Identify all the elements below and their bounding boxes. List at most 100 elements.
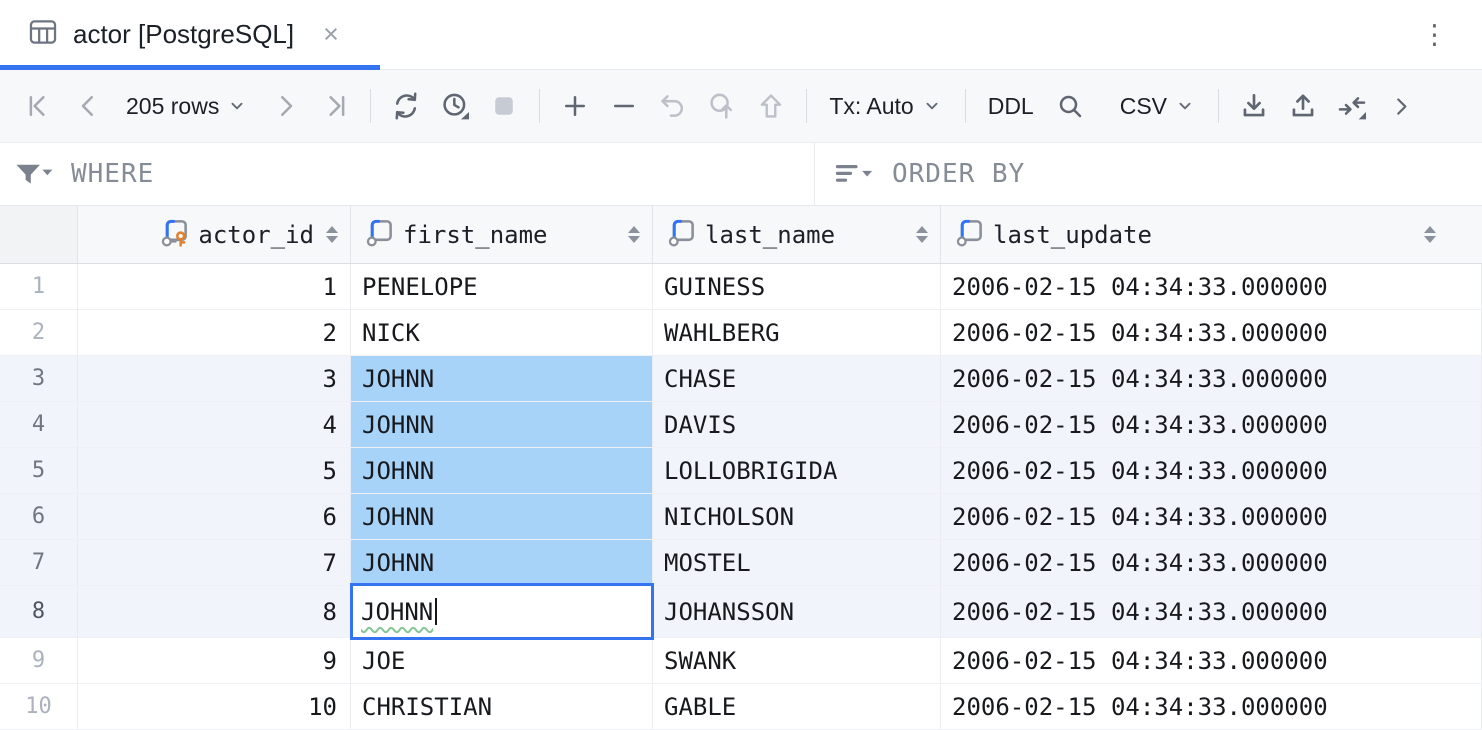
row-number[interactable]: 1	[0, 264, 78, 309]
cell-last-name[interactable]: JOHANSSON	[653, 586, 941, 637]
compare-data-button[interactable]	[1329, 83, 1375, 129]
cell-last-update[interactable]: 2006-02-15 04:34:33.000000	[941, 264, 1482, 309]
row-number[interactable]: 9	[0, 638, 78, 683]
ddl-button[interactable]: DDL	[978, 83, 1044, 129]
cell-first-name[interactable]: JOHNN	[351, 402, 653, 447]
cell-actor-id[interactable]: 6	[78, 494, 351, 539]
upload-icon	[1287, 90, 1319, 122]
column-primary-key-icon	[158, 215, 192, 255]
cell-actor-id[interactable]: 9	[78, 638, 351, 683]
cell-last-update[interactable]: 2006-02-15 04:34:33.000000	[941, 310, 1482, 355]
toolbar-separator	[539, 89, 540, 123]
row-number[interactable]: 5	[0, 448, 78, 493]
stop-button[interactable]	[481, 83, 527, 129]
data-toolbar: 205 rows	[0, 70, 1482, 143]
cell-last-name[interactable]: CHASE	[653, 356, 941, 401]
cell-actor-id[interactable]: 8	[78, 586, 351, 637]
close-icon[interactable]: ×	[323, 21, 339, 48]
export-format-dropdown[interactable]: CSV	[1110, 83, 1206, 129]
cell-actor-id[interactable]: 5	[78, 448, 351, 493]
search-button[interactable]	[1047, 83, 1093, 129]
cell-first-name[interactable]: JOHNN	[351, 356, 653, 401]
cell-last-name[interactable]: GABLE	[653, 684, 941, 729]
cell-last-update[interactable]: 2006-02-15 04:34:33.000000	[941, 540, 1482, 585]
where-filter-input[interactable]: WHERE	[0, 143, 815, 205]
next-page-button[interactable]	[263, 83, 309, 129]
page-size-dropdown[interactable]: 205 rows	[114, 83, 260, 129]
add-row-button[interactable]	[552, 83, 598, 129]
import-data-button[interactable]	[1280, 83, 1326, 129]
order-by-label: ORDER BY	[892, 159, 1025, 189]
next-page-icon	[271, 91, 301, 121]
delete-row-button[interactable]	[601, 83, 647, 129]
cell-last-name[interactable]: WAHLBERG	[653, 310, 941, 355]
cell-last-name[interactable]: SWANK	[653, 638, 941, 683]
revert-changes-button[interactable]	[650, 83, 696, 129]
cell-last-update[interactable]: 2006-02-15 04:34:33.000000	[941, 586, 1482, 637]
cell-last-update[interactable]: 2006-02-15 04:34:33.000000	[941, 494, 1482, 539]
column-header-label: last_name	[705, 221, 835, 249]
cell-last-update[interactable]: 2006-02-15 04:34:33.000000	[941, 356, 1482, 401]
column-icon	[665, 215, 699, 255]
submit-to-database-button[interactable]	[699, 83, 745, 129]
row-number[interactable]: 4	[0, 402, 78, 447]
cell-first-name[interactable]: JOE	[351, 638, 653, 683]
cell-first-name[interactable]: JOHNN	[351, 540, 653, 585]
previous-page-button[interactable]	[65, 83, 111, 129]
table-row: 11PENELOPEGUINESS2006-02-15 04:34:33.000…	[0, 264, 1482, 310]
cell-last-name[interactable]: NICHOLSON	[653, 494, 941, 539]
row-number[interactable]: 8	[0, 586, 78, 637]
row-number[interactable]: 6	[0, 494, 78, 539]
export-data-button[interactable]	[1231, 83, 1277, 129]
cell-last-update[interactable]: 2006-02-15 04:34:33.000000	[941, 684, 1482, 729]
sort-arrows-icon[interactable]	[326, 226, 338, 243]
cell-first-name[interactable]: JOHNN	[351, 586, 653, 637]
column-header-first-name[interactable]: first_name	[351, 206, 653, 263]
first-page-button[interactable]	[16, 83, 62, 129]
cell-first-name[interactable]: JOHNN	[351, 494, 653, 539]
cell-first-name[interactable]: JOHNN	[351, 448, 653, 493]
column-header-label: actor_id	[198, 221, 314, 249]
cell-last-name[interactable]: DAVIS	[653, 402, 941, 447]
toolbar-overflow-button[interactable]	[1378, 83, 1424, 129]
last-page-button[interactable]	[312, 83, 358, 129]
row-number[interactable]: 2	[0, 310, 78, 355]
cell-actor-id[interactable]: 2	[78, 310, 351, 355]
cell-last-update[interactable]: 2006-02-15 04:34:33.000000	[941, 638, 1482, 683]
cell-first-name[interactable]: NICK	[351, 310, 653, 355]
order-by-input[interactable]: ORDER BY	[815, 143, 1482, 205]
column-header-last-update[interactable]: last_update	[941, 206, 1482, 263]
row-number[interactable]: 3	[0, 356, 78, 401]
cell-last-name[interactable]: GUINESS	[653, 264, 941, 309]
cell-actor-id[interactable]: 10	[78, 684, 351, 729]
toolbar-separator	[370, 89, 371, 123]
sort-arrows-icon[interactable]	[628, 226, 640, 243]
cell-actor-id[interactable]: 4	[78, 402, 351, 447]
tab-actor-postgresql[interactable]: actor [PostgreSQL] ×	[26, 0, 339, 69]
cell-last-name[interactable]: LOLLOBRIGIDA	[653, 448, 941, 493]
cell-editor[interactable]: JOHNN	[350, 583, 654, 640]
column-header-last-name[interactable]: last_name	[653, 206, 941, 263]
cell-first-name[interactable]: CHRISTIAN	[351, 684, 653, 729]
column-icon	[953, 215, 987, 255]
transaction-mode-dropdown[interactable]: Tx: Auto	[819, 83, 952, 129]
cell-last-update[interactable]: 2006-02-15 04:34:33.000000	[941, 402, 1482, 447]
commit-button[interactable]	[748, 83, 794, 129]
column-header-actor-id[interactable]: actor_id	[78, 206, 351, 263]
cell-first-name[interactable]: PENELOPE	[351, 264, 653, 309]
cell-actor-id[interactable]: 1	[78, 264, 351, 309]
clock-history-icon	[439, 90, 471, 122]
sort-arrows-icon[interactable]	[916, 226, 928, 243]
reload-page-button[interactable]	[383, 83, 429, 129]
cell-actor-id[interactable]: 3	[78, 356, 351, 401]
sort-arrows-icon[interactable]	[1424, 226, 1436, 243]
row-number[interactable]: 10	[0, 684, 78, 729]
undo-icon	[657, 90, 689, 122]
filter-bar: WHERE ORDER BY	[0, 143, 1482, 206]
query-history-button[interactable]	[432, 83, 478, 129]
cell-actor-id[interactable]: 7	[78, 540, 351, 585]
more-options-icon[interactable]: ⋮	[1413, 15, 1456, 54]
cell-last-name[interactable]: MOSTEL	[653, 540, 941, 585]
cell-last-update[interactable]: 2006-02-15 04:34:33.000000	[941, 448, 1482, 493]
row-number[interactable]: 7	[0, 540, 78, 585]
